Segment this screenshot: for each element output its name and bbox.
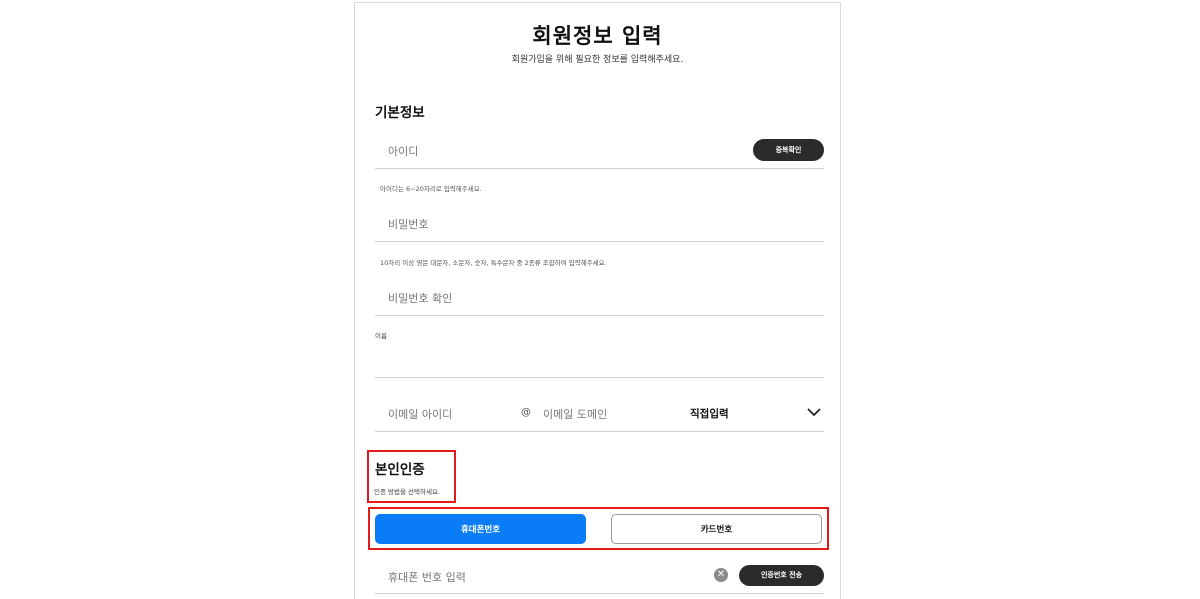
id-check-button[interactable]: 중복확인 [753, 139, 824, 161]
basic-info-title: 기본정보 [375, 105, 425, 121]
password-field[interactable]: 비밀번호 [375, 204, 824, 242]
highlight-method-buttons [368, 507, 829, 550]
password-hint: 10자리 이상 영문 대문자, 소문자, 숫자, 특수문자 중 2종류 조합하여… [380, 259, 607, 267]
password-confirm-field[interactable]: 비밀번호 확인 [375, 278, 824, 316]
clear-icon[interactable]: ✕ [714, 568, 728, 582]
chevron-down-icon[interactable] [807, 408, 821, 417]
name-field[interactable]: 이름 [375, 327, 824, 378]
id-input[interactable]: 아이디 [388, 143, 418, 159]
id-field[interactable]: 아이디 중복확인 [375, 131, 824, 169]
password-confirm-input[interactable]: 비밀번호 확인 [388, 290, 452, 306]
email-at-sign: @ [521, 407, 531, 418]
email-domain-select[interactable]: 직접입력 [690, 406, 729, 421]
phone-input[interactable]: 휴대폰 번호 입력 [388, 569, 466, 585]
page-title: 회원정보 입력 [532, 24, 663, 48]
page-subtitle: 회원가입을 위해 필요한 정보를 입력해주세요. [511, 55, 684, 65]
id-hint: 아이디는 6~20자리로 입력해주세요. [380, 185, 482, 193]
name-label: 이름 [375, 332, 387, 340]
email-domain-input[interactable]: 이메일 도메인 [543, 406, 607, 422]
phone-field: 휴대폰 번호 입력 ✕ 인증번호 전송 [375, 558, 824, 594]
email-field: 이메일 아이디 @ 이메일 도메인 직접입력 [375, 393, 824, 432]
highlight-verification-title [367, 450, 456, 503]
send-code-button[interactable]: 인증번호 전송 [739, 565, 824, 586]
email-id-input[interactable]: 이메일 아이디 [388, 406, 452, 422]
password-input[interactable]: 비밀번호 [388, 216, 428, 232]
